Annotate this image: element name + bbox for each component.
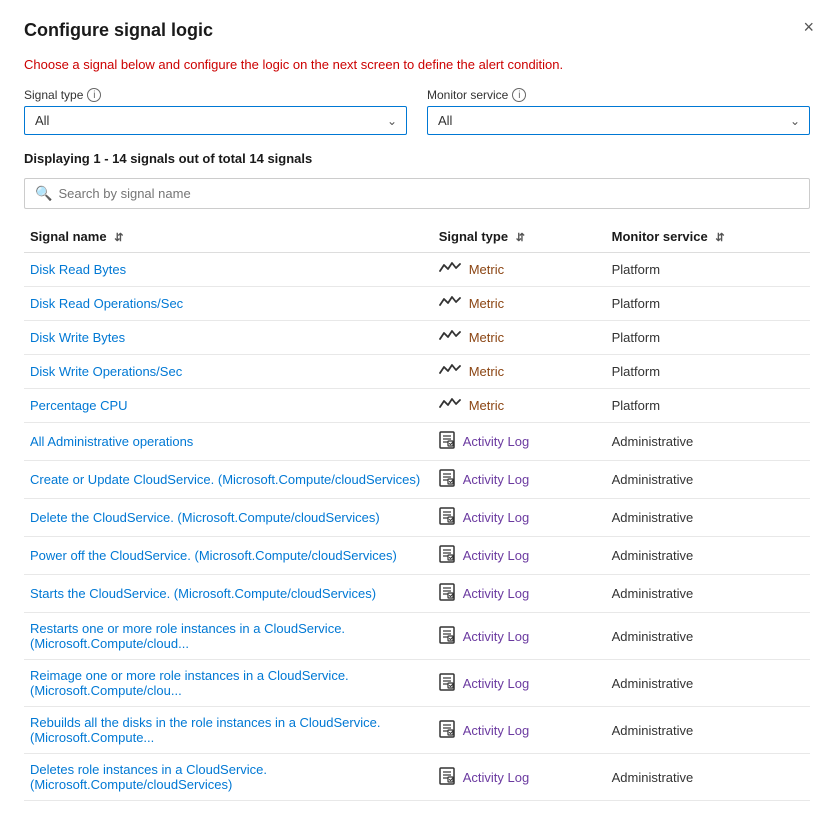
monitor-service-value: Administrative	[606, 575, 810, 613]
metric-icon	[439, 295, 461, 312]
signal-type-label: Activity Log	[463, 676, 529, 691]
table-row: Create or Update CloudService. (Microsof…	[24, 461, 810, 499]
column-header-signal-type[interactable]: Signal type ⇵	[433, 221, 606, 253]
monitor-service-value: Platform	[606, 321, 810, 355]
monitor-service-value: Administrative	[606, 660, 810, 707]
signal-type-label: Metric	[469, 364, 504, 379]
search-icon: 🔍	[35, 185, 52, 202]
activity-log-icon	[439, 673, 455, 694]
activity-log-icon	[439, 626, 455, 647]
activity-log-icon	[439, 431, 455, 452]
signal-name-link[interactable]: Create or Update CloudService. (Microsof…	[30, 472, 420, 487]
table-row: All Administrative operations Activity Lo…	[24, 423, 810, 461]
monitor-service-value: Administrative	[606, 461, 810, 499]
signal-type-info-icon[interactable]: i	[87, 88, 101, 102]
activity-log-icon	[439, 720, 455, 741]
monitor-service-select[interactable]: All Platform Administrative	[427, 106, 810, 135]
metric-icon	[439, 363, 461, 380]
table-row: Restarts one or more role instances in a…	[24, 613, 810, 660]
signal-type-filter: Signal type i All Metric Activity Log ⌄	[24, 88, 407, 135]
signal-name-link[interactable]: Disk Read Operations/Sec	[30, 296, 183, 311]
monitor-service-sort-icon: ⇵	[715, 232, 724, 244]
activity-log-icon	[439, 507, 455, 528]
table-row: Disk Write Bytes Metric Platform	[24, 321, 810, 355]
table-row: Starts the CloudService. (Microsoft.Comp…	[24, 575, 810, 613]
table-row: Disk Read Operations/Sec Metric Platform	[24, 287, 810, 321]
monitor-service-value: Platform	[606, 287, 810, 321]
activity-log-icon	[439, 583, 455, 604]
signal-type-select[interactable]: All Metric Activity Log	[24, 106, 407, 135]
signal-name-link[interactable]: Percentage CPU	[30, 398, 128, 413]
monitor-service-value: Administrative	[606, 613, 810, 660]
activity-log-icon	[439, 469, 455, 490]
activity-log-icon	[439, 767, 455, 788]
monitor-service-value: Platform	[606, 389, 810, 423]
close-button[interactable]: ×	[803, 18, 814, 36]
panel-title: Configure signal logic	[24, 20, 810, 41]
table-row: Percentage CPU Metric Platform	[24, 389, 810, 423]
filters-row: Signal type i All Metric Activity Log ⌄ …	[24, 88, 810, 135]
signal-type-sort-icon: ⇵	[516, 232, 525, 244]
signal-type-label: Activity Log	[463, 548, 529, 563]
signal-type-label: Activity Log	[463, 472, 529, 487]
monitor-service-value: Platform	[606, 355, 810, 389]
signal-name-link[interactable]: Restarts one or more role instances in a…	[30, 621, 345, 651]
display-count: Displaying 1 - 14 signals out of total 1…	[24, 151, 810, 166]
signal-type-label: Metric	[469, 398, 504, 413]
description-text: Choose a signal below and configure the …	[24, 57, 810, 72]
monitor-service-value: Administrative	[606, 499, 810, 537]
table-row: Reimage one or more role instances in a …	[24, 660, 810, 707]
signal-type-label: Metric	[469, 296, 504, 311]
metric-icon	[439, 261, 461, 278]
signal-name-link[interactable]: Disk Write Bytes	[30, 330, 125, 345]
metric-icon	[439, 397, 461, 414]
signal-name-link[interactable]: Delete the CloudService. (Microsoft.Comp…	[30, 510, 380, 525]
table-row: Deletes role instances in a CloudService…	[24, 754, 810, 801]
signal-type-label: Activity Log	[463, 629, 529, 644]
signal-type-label: Activity Log	[463, 723, 529, 738]
signal-name-link[interactable]: Starts the CloudService. (Microsoft.Comp…	[30, 586, 376, 601]
column-header-signal-name[interactable]: Signal name ⇵	[24, 221, 433, 253]
search-input[interactable]	[58, 186, 799, 201]
monitor-service-value: Administrative	[606, 754, 810, 801]
monitor-service-value: Administrative	[606, 537, 810, 575]
signal-type-label: Metric	[469, 262, 504, 277]
signal-name-link[interactable]: Disk Read Bytes	[30, 262, 126, 277]
configure-signal-panel: Configure signal logic × Choose a signal…	[0, 0, 834, 821]
signal-type-label: Activity Log	[463, 434, 529, 449]
table-row: Disk Read Bytes Metric Platform	[24, 253, 810, 287]
activity-log-icon	[439, 545, 455, 566]
column-header-monitor-service[interactable]: Monitor service ⇵	[606, 221, 810, 253]
monitor-service-value: Platform	[606, 253, 810, 287]
signal-type-label: Activity Log	[463, 586, 529, 601]
table-row: Disk Write Operations/Sec Metric Platform	[24, 355, 810, 389]
monitor-service-info-icon[interactable]: i	[512, 88, 526, 102]
monitor-service-value: Administrative	[606, 423, 810, 461]
monitor-service-select-wrapper: All Platform Administrative ⌄	[427, 106, 810, 135]
signal-type-label: Activity Log	[463, 770, 529, 785]
signal-type-select-wrapper: All Metric Activity Log ⌄	[24, 106, 407, 135]
signal-name-link[interactable]: Rebuilds all the disks in the role insta…	[30, 715, 380, 745]
signal-name-link[interactable]: Deletes role instances in a CloudService…	[30, 762, 267, 792]
signal-name-link[interactable]: All Administrative operations	[30, 434, 193, 449]
monitor-service-label: Monitor service i	[427, 88, 810, 102]
signal-name-link[interactable]: Power off the CloudService. (Microsoft.C…	[30, 548, 397, 563]
monitor-service-value: Administrative	[606, 707, 810, 754]
signal-type-label: Activity Log	[463, 510, 529, 525]
signal-name-link[interactable]: Reimage one or more role instances in a …	[30, 668, 349, 698]
metric-icon	[439, 329, 461, 346]
monitor-service-filter: Monitor service i All Platform Administr…	[427, 88, 810, 135]
signals-table: Signal name ⇵ Signal type ⇵ Monitor serv…	[24, 221, 810, 801]
table-row: Power off the CloudService. (Microsoft.C…	[24, 537, 810, 575]
table-row: Delete the CloudService. (Microsoft.Comp…	[24, 499, 810, 537]
signal-type-label: Signal type i	[24, 88, 407, 102]
signal-type-label: Metric	[469, 330, 504, 345]
search-box: 🔍	[24, 178, 810, 209]
signal-name-sort-icon: ⇵	[114, 232, 123, 244]
signal-name-link[interactable]: Disk Write Operations/Sec	[30, 364, 182, 379]
table-row: Rebuilds all the disks in the role insta…	[24, 707, 810, 754]
table-header-row: Signal name ⇵ Signal type ⇵ Monitor serv…	[24, 221, 810, 253]
